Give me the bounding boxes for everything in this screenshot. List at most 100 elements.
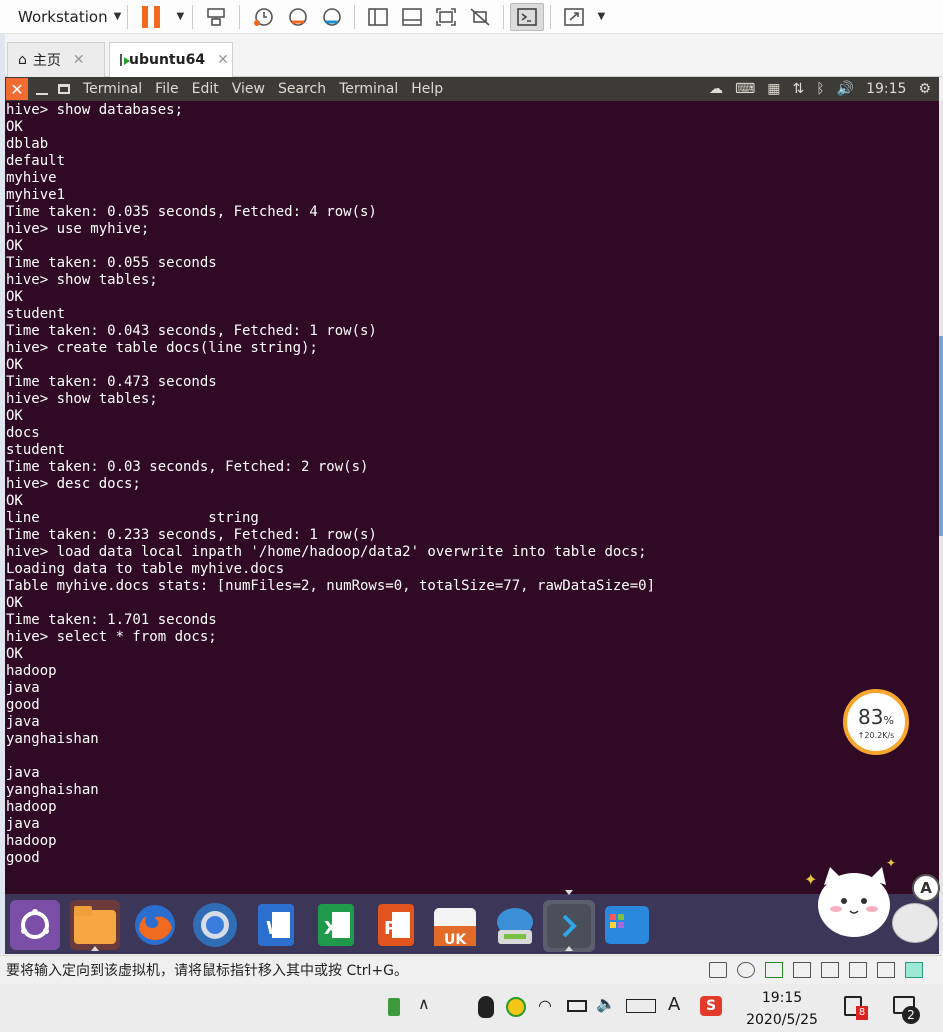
sogou-icon[interactable]: S [700,996,722,1016]
qq-icon[interactable] [478,996,494,1018]
workspace-icon [605,906,649,944]
launcher-workspace-switcher[interactable] [602,900,652,950]
usb-icon[interactable] [849,962,867,978]
launcher-chromium[interactable] [190,900,240,950]
terminal-icon [517,7,538,26]
maximize-button[interactable] [58,84,70,94]
vm-status-bar: 要将输入定向到该虚拟机，请将鼠标指针移入其中或按 Ctrl+G。 [0,955,943,984]
launcher-update-manager[interactable] [490,900,540,950]
sound-icon[interactable] [821,962,839,978]
usb-device-icon[interactable] [388,998,400,1016]
clock-time: 19:15 [761,990,803,1006]
workstation-menu[interactable]: Workstation ▼ [0,3,121,31]
fullscreen-button[interactable] [429,3,463,31]
assistant-a-button[interactable]: A [912,874,940,902]
toolbar-divider [239,4,241,29]
close-window-button[interactable]: ✕ [6,78,28,100]
floating-cat-sticker[interactable]: ✦ ✦ [802,855,902,945]
toolbar-divider [192,4,194,29]
terminal-line: hive> desc docs; [6,476,141,492]
scrollbar-thumb[interactable] [939,336,943,536]
calendar-icon[interactable]: ▦ [767,81,780,97]
launcher-ubuntu-dash[interactable] [10,900,60,950]
taskbar-clock[interactable]: 19:15 2020/5/25 [742,987,822,1031]
menu-view[interactable]: View [232,81,265,97]
tab-ubuntu64[interactable]: ubuntu64 ✕ [109,42,233,77]
upload-rate: ↑20.2K/s [857,731,895,740]
close-icon[interactable]: ✕ [217,52,229,68]
launcher-writer[interactable]: W [250,900,300,950]
menu-help[interactable]: Help [411,81,443,97]
toolbar-divider [354,4,356,29]
terminal-line: OK [6,646,23,662]
minimize-button[interactable] [36,83,48,95]
display-icon[interactable] [877,962,895,978]
terminal-line: OK [6,595,23,611]
keyboard-icon[interactable]: ⌨ [735,81,755,97]
clock[interactable]: 19:15 [866,81,906,97]
printer-icon[interactable] [793,962,811,978]
weather-icon[interactable]: ☁ [709,81,723,97]
scrollbar[interactable] [939,101,943,951]
close-icon[interactable]: ✕ [73,52,85,68]
speaker-icon[interactable]: 🔈 [596,994,616,1013]
menu-search[interactable]: Search [278,81,326,97]
terminal-line: Time taken: 0.473 seconds [6,374,217,390]
snapshot-button[interactable] [246,3,280,31]
toolbar-divider [550,4,552,29]
snapshot-manager-button[interactable] [314,3,348,31]
menu-app-title[interactable]: Terminal [83,81,142,97]
terminal-line: hive> use myhive; [6,221,150,237]
menu-edit[interactable]: Edit [192,81,219,97]
terminal-output[interactable]: hive> show databases; OK dblab default myhiv… [5,101,939,894]
gear-icon[interactable]: ⚙ [918,81,931,97]
launcher-terminal[interactable] [543,900,595,952]
unity-icon [470,7,490,26]
tab-home[interactable]: ⌂ 主页 ✕ [7,42,105,77]
mail-badge: 8 [856,1006,868,1020]
bluetooth-icon[interactable]: ᛒ [816,81,824,97]
percent-value: 83 [858,705,884,729]
stretch-dropdown[interactable]: ▼ [591,3,605,31]
tab-strip: ⌂ 主页 ✕ ubuntu64 ✕ [0,34,943,77]
menu-terminal[interactable]: Terminal [339,81,398,97]
send-keys-button[interactable] [199,3,233,31]
security-icon[interactable] [506,997,526,1017]
message-log-icon[interactable] [905,962,923,978]
harddisk-icon[interactable] [709,962,727,978]
terminal-line: hive> show tables; [6,272,158,288]
chevron-down-icon: ▼ [176,11,185,22]
sidebar-toggle-button[interactable] [361,3,395,31]
launcher-firefox[interactable] [130,900,180,950]
pause-dropdown[interactable]: ▼ [168,3,186,31]
assistant-toolkit-icon[interactable] [892,903,938,943]
console-view-button[interactable] [395,3,429,31]
network-adapter-icon[interactable] [765,962,783,978]
launcher-files[interactable] [70,900,120,950]
network-arrows-icon[interactable]: ⇅ [793,81,805,97]
console-button[interactable] [510,2,545,31]
stretch-button[interactable] [557,3,591,31]
volume-icon[interactable]: 🔊 [837,81,854,97]
keyboard-tray-icon[interactable] [626,999,656,1013]
ime-indicator[interactable]: A [668,994,680,1015]
unity-button[interactable] [463,3,497,31]
vm-toolbar: Workstation ▼ ▼ ▼ [0,0,943,34]
revert-snapshot-button[interactable] [280,3,314,31]
cdrom-icon[interactable] [737,962,755,978]
wifi-icon[interactable]: ◠ [538,996,552,1015]
battery-icon[interactable] [567,1000,587,1012]
update-manager-icon [497,908,533,944]
menu-file[interactable]: File [155,81,178,97]
terminal-line: Time taken: 0.035 seconds, Fetched: 4 ro… [6,204,377,220]
launcher-calc[interactable]: X [310,900,360,950]
launcher-software-center[interactable]: UK [430,900,480,950]
terminal-line: OK [6,289,23,305]
chevron-up-icon[interactable]: ∧ [418,994,430,1013]
launcher-impress[interactable]: P [370,900,420,950]
pause-button[interactable] [134,3,168,31]
vm-icon [120,54,130,66]
network-speed-widget[interactable]: 83% ↑20.2K/s [843,689,909,755]
running-indicator [565,946,573,951]
